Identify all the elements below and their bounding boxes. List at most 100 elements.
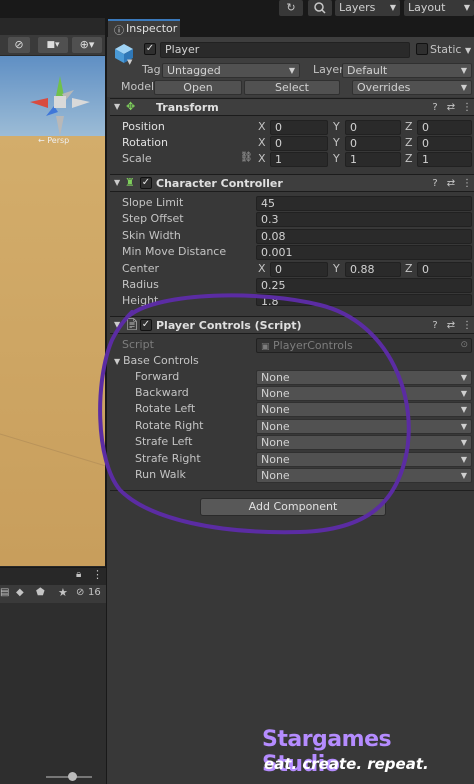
foldout-arrow-icon[interactable]: ▼ xyxy=(114,178,120,187)
player-controls-header[interactable]: ▼ 📄︎ ✓ Player Controls (Script) ? ⇄ ⋮ xyxy=(110,316,474,334)
radius-field[interactable]: 0.25 xyxy=(256,278,472,293)
transform-header[interactable]: ▼ ✥ Transform ? ⇄ ⋮ xyxy=(110,98,474,116)
foldout-arrow-icon[interactable]: ▼ xyxy=(114,320,120,329)
binding-dropdown[interactable]: None ▼ xyxy=(256,468,472,483)
position-y-label[interactable]: Y xyxy=(333,120,340,134)
preset-icon[interactable]: ⇄ xyxy=(444,177,458,191)
rotation-z-field[interactable]: 0 xyxy=(417,136,472,151)
camera-icon[interactable]: ■▾ xyxy=(38,37,68,53)
menu-icon[interactable]: ⋮ xyxy=(460,101,474,115)
model-select-button[interactable]: Select xyxy=(244,80,340,95)
rotation-x-label[interactable]: X xyxy=(258,136,266,150)
center-z-label[interactable]: Z xyxy=(405,262,413,276)
object-name-field[interactable]: Player xyxy=(160,42,410,58)
persp-label[interactable]: ← Persp xyxy=(38,136,69,145)
foldout-arrow-icon[interactable]: ▼ xyxy=(114,357,120,366)
script-value: PlayerControls xyxy=(273,339,353,352)
center-x-field[interactable]: 0 xyxy=(270,262,328,277)
position-x-label[interactable]: X xyxy=(258,120,266,134)
add-component-button[interactable]: Add Component xyxy=(200,498,386,516)
binding-dropdown[interactable]: None ▼ xyxy=(256,452,472,467)
static-label: Static xyxy=(430,43,462,56)
chevron-down-icon: ▼ xyxy=(460,422,467,431)
position-y-field[interactable]: 0 xyxy=(345,120,401,135)
filter-icon[interactable]: ▤ xyxy=(0,587,9,598)
rotation-z-label[interactable]: Z xyxy=(405,136,413,150)
scale-z-field[interactable]: 1 xyxy=(417,152,472,167)
binding-dropdown[interactable]: None ▼ xyxy=(256,419,472,434)
help-icon[interactable]: ? xyxy=(428,177,442,191)
character-controller-enabled-checkbox[interactable]: ✓ xyxy=(140,177,152,189)
search-icon[interactable] xyxy=(308,0,332,16)
foldout-arrow-icon[interactable]: ▼ xyxy=(114,102,120,111)
skin-width-field[interactable]: 0.08 xyxy=(256,229,472,244)
tag-dropdown[interactable]: Untagged ▼ xyxy=(162,63,300,78)
center-y-label[interactable]: Y xyxy=(333,262,340,276)
type-filter-icon[interactable]: ◆ xyxy=(16,587,24,598)
layout-dropdown[interactable]: Layout ▼ xyxy=(404,0,474,16)
rotation-x-field[interactable]: 0 xyxy=(270,136,328,151)
chevron-down-icon: ▼ xyxy=(460,438,467,447)
rotation-y-field[interactable]: 0 xyxy=(345,136,401,151)
preset-icon[interactable]: ⇄ xyxy=(444,101,458,115)
label-filter-icon[interactable]: ⬟ xyxy=(36,587,45,598)
scene-viewport[interactable]: ← Persp xyxy=(0,56,106,566)
scale-z-label[interactable]: Z xyxy=(405,152,413,166)
center-x-label[interactable]: X xyxy=(258,262,266,276)
player-controls-enabled-checkbox[interactable]: ✓ xyxy=(140,319,152,331)
menu-icon[interactable]: ⋮ xyxy=(92,568,103,581)
hidden-packages-icon[interactable]: ⊘ xyxy=(76,587,84,598)
gizmo-toggle-icon[interactable]: ⊕▾ xyxy=(72,37,102,53)
menu-icon[interactable]: ⋮ xyxy=(460,319,474,333)
inspector-tab-label: Inspector xyxy=(126,22,178,35)
static-checkbox[interactable] xyxy=(416,43,428,55)
position-z-field[interactable]: 0 xyxy=(417,120,472,135)
slope-limit-field[interactable]: 45 xyxy=(256,196,472,211)
height-field[interactable]: 1.8 xyxy=(256,294,472,306)
lock-icon[interactable]: 🔒︎ xyxy=(76,569,81,580)
scale-y-label[interactable]: Y xyxy=(333,152,340,166)
center-z-field[interactable]: 0 xyxy=(417,262,472,277)
scale-x-label[interactable]: X xyxy=(258,152,266,166)
binding-dropdown[interactable]: None ▼ xyxy=(256,386,472,401)
position-z-label[interactable]: Z xyxy=(405,120,413,134)
chevron-down-icon: ▼ xyxy=(389,3,396,12)
binding-dropdown[interactable]: None ▼ xyxy=(256,435,472,450)
preset-icon[interactable]: ⇄ xyxy=(444,319,458,333)
history-icon[interactable]: ↻ xyxy=(279,0,303,16)
position-label: Position xyxy=(122,120,165,133)
script-field: ▣ PlayerControls ⊙ xyxy=(256,338,472,353)
binding-dropdown[interactable]: None ▼ xyxy=(256,370,472,385)
position-x-field[interactable]: 0 xyxy=(270,120,328,135)
layers-dropdown[interactable]: Layers ▼ xyxy=(335,0,400,16)
scale-y-field[interactable]: 1 xyxy=(345,152,401,167)
hidden-count: 16 xyxy=(88,587,101,598)
binding-dropdown[interactable]: None ▼ xyxy=(256,402,472,417)
script-file-icon: ▣ xyxy=(261,342,270,352)
active-checkbox[interactable]: ✓ xyxy=(144,43,156,55)
zoom-slider-handle[interactable] xyxy=(68,772,77,781)
layer-dropdown[interactable]: Default ▼ xyxy=(342,63,472,78)
model-open-button[interactable]: Open xyxy=(154,80,242,95)
chevron-down-icon: ▼ xyxy=(463,3,470,12)
character-controller-header[interactable]: ▼ ♜ ✓ Character Controller ? ⇄ ⋮ xyxy=(110,174,474,192)
inspector-tab[interactable]: ⓘ Inspector xyxy=(108,19,180,37)
chevron-down-icon: ▼ xyxy=(460,389,467,398)
model-overrides-dropdown[interactable]: Overrides ▼ xyxy=(352,80,472,95)
link-icon[interactable]: ⛓︎ xyxy=(240,152,253,163)
icon-dropdown-arrow-icon[interactable]: ▼ xyxy=(127,58,132,66)
menu-icon[interactable]: ⋮ xyxy=(460,177,474,191)
scale-x-field[interactable]: 1 xyxy=(270,152,328,167)
base-controls-label[interactable]: Base Controls xyxy=(123,354,199,368)
step-offset-field[interactable]: 0.3 xyxy=(256,212,472,227)
center-y-field[interactable]: 0.88 xyxy=(345,262,401,277)
help-icon[interactable]: ? xyxy=(428,319,442,333)
static-dropdown-arrow-icon[interactable]: ▼ xyxy=(465,46,471,55)
min-move-distance-field[interactable]: 0.001 xyxy=(256,245,472,260)
rotation-y-label[interactable]: Y xyxy=(333,136,340,150)
visibility-toggle-icon[interactable]: ⊘ xyxy=(8,37,30,53)
object-picker-icon[interactable]: ⊙ xyxy=(460,339,468,352)
help-icon[interactable]: ? xyxy=(428,101,442,115)
layout-label: Layout xyxy=(408,1,446,14)
favorite-icon[interactable]: ★ xyxy=(58,586,68,599)
